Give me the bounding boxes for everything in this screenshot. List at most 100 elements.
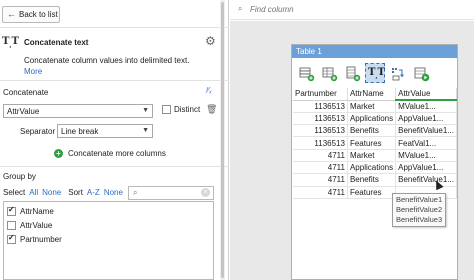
group-by-list: AttrName AttrValue Partnumber [3,201,214,280]
table-cell[interactable]: FeatVal1... [395,136,457,150]
run-button[interactable] [411,63,431,83]
add-column-button[interactable] [342,63,362,83]
table-row[interactable]: 4711 Applications AppValue1... [293,161,457,175]
transform-button[interactable] [388,63,408,83]
table-cell[interactable]: Applications [347,112,397,126]
checkbox[interactable] [7,221,16,230]
search-icon: ⌕ [238,4,243,13]
table-cell[interactable]: 4711 [293,186,348,199]
divider [0,27,229,28]
table-window-title[interactable]: Table 1 [292,45,457,58]
transform-title-row: T,T Concatenate text [2,36,88,49]
transform-description: Concatenate column values into delimited… [24,55,204,77]
concatenate-more-label: Concatenate more columns [68,149,166,158]
distinct-option[interactable]: Distinct [162,105,200,114]
run-icon [414,67,430,82]
chevron-down-icon: ▼ [142,127,149,134]
table-cell[interactable]: Features [347,136,397,150]
clear-icon[interactable]: × [201,188,210,197]
scrollbar[interactable] [220,0,225,280]
scrollbar-thumb[interactable] [221,2,224,278]
table-cell[interactable]: 4711 [293,173,348,187]
column-header[interactable]: AttrValue [395,88,457,101]
table-cell[interactable]: AppValue1... [395,112,457,126]
table-cell[interactable]: Market [347,149,397,162]
table-cell[interactable]: MValue1... [395,149,457,162]
table-cell[interactable]: 1136513 [293,136,348,150]
concatenate-label: Concatenate [3,88,49,97]
table-row[interactable]: 1136513 Benefits BenefitValue1... [293,124,457,138]
add-rows-button[interactable] [319,63,339,83]
distinct-label: Distinct [174,105,201,114]
table-cell[interactable]: 1136513 [293,112,348,126]
table-row[interactable]: 1136513 Features FeatVal1... [293,136,457,150]
checkbox[interactable] [7,233,16,244]
table-cell[interactable]: Features [347,186,397,199]
back-button-label: Back to list [19,10,58,19]
table-row[interactable]: 4711 Market MValue1... [293,149,457,162]
table-cell[interactable]: 1136513 [293,124,348,138]
back-arrow-icon: ← [7,9,16,19]
add-icon: + [54,149,63,158]
column-header[interactable]: Partnumber [293,88,348,101]
column-header[interactable]: AttrName [347,88,397,101]
table-icon [299,67,315,82]
select-label: Select [3,188,26,197]
table-cell[interactable]: AppValue1... [395,161,457,175]
concatenate-column-select[interactable]: AttrValue ▼ [3,104,153,118]
transform-title: Concatenate text [24,38,89,47]
table-window: Table 1 T,T Partnumber AttrName AttrValu… [291,44,458,280]
gear-icon[interactable]: ⚙ [205,34,216,48]
group-by-search-input[interactable]: ⌕ × [128,186,214,200]
formula-icon[interactable]: ᶠ⁄ₓ [206,86,212,95]
chevron-down-icon: ▼ [142,107,149,114]
concatenate-text-button[interactable]: T,T [365,63,385,83]
sort-az-link[interactable]: A-Z [87,188,100,197]
list-item[interactable]: Partnumber [7,233,62,244]
concatenate-column-value: AttrValue [7,106,40,116]
cell-value-tooltip: BenefitValue1 BenefitValue2 BenefitValue… [392,193,446,227]
sort-none-link[interactable]: None [104,188,123,197]
concatenate-more-columns-button[interactable]: + Concatenate more columns [54,149,166,158]
table-header-row: Partnumber AttrName AttrValue [293,88,457,101]
table-row[interactable]: 1136513 Applications AppValue1... [293,112,457,126]
concatenate-text-icon: T,T [368,67,385,80]
list-item-label: AttrName [20,207,54,216]
tooltip-line: BenefitValue2 [396,205,443,214]
separator-select[interactable]: Line break ▼ [57,124,153,138]
table-row[interactable]: 1136513 Market MValue1... [293,100,457,113]
table-cell[interactable]: Benefits [347,124,397,138]
description-text: Concatenate column values into delimited… [24,56,190,65]
separator-label: Separator [20,127,56,136]
list-item[interactable]: AttrValue [7,221,52,230]
table-cell[interactable]: Benefits [347,173,397,187]
back-to-list-button[interactable]: ← Back to list [2,6,60,23]
select-all-link[interactable]: All [29,188,38,197]
tooltip-line: BenefitValue3 [396,215,443,224]
table-cell[interactable]: 4711 [293,161,348,175]
divider [0,80,229,81]
select-none-link[interactable]: None [42,188,61,197]
search-icon: ⌕ [133,188,138,197]
trash-icon[interactable]: 🗑 [206,104,217,115]
settings-panel: ← Back to list T,T Concatenate text ⚙ Co… [0,0,229,280]
find-column-bar: ⌕ [230,0,474,20]
table-cell[interactable]: 4711 [293,149,348,162]
group-by-label: Group by [3,172,36,181]
table-cell[interactable]: MValue1... [395,100,457,113]
checkbox[interactable] [7,205,16,216]
table-toolbar: T,T [296,63,431,83]
add-table-button[interactable] [296,63,316,83]
column-add-icon [346,66,361,82]
table-cell[interactable]: BenefitValue1... [395,173,457,187]
distinct-checkbox[interactable] [162,105,171,114]
list-item[interactable]: AttrName [7,205,54,216]
separator-value: Line break [61,126,99,136]
table-cell[interactable]: 1136513 [293,100,348,113]
table-cell[interactable]: BenefitValue1... [395,124,457,138]
table-cell[interactable]: Market [347,100,397,113]
more-link[interactable]: More [24,67,42,76]
find-column-input[interactable] [250,3,450,16]
table-row[interactable]: 4711 Benefits BenefitValue1... [293,173,457,187]
table-cell[interactable]: Applications [347,161,397,175]
